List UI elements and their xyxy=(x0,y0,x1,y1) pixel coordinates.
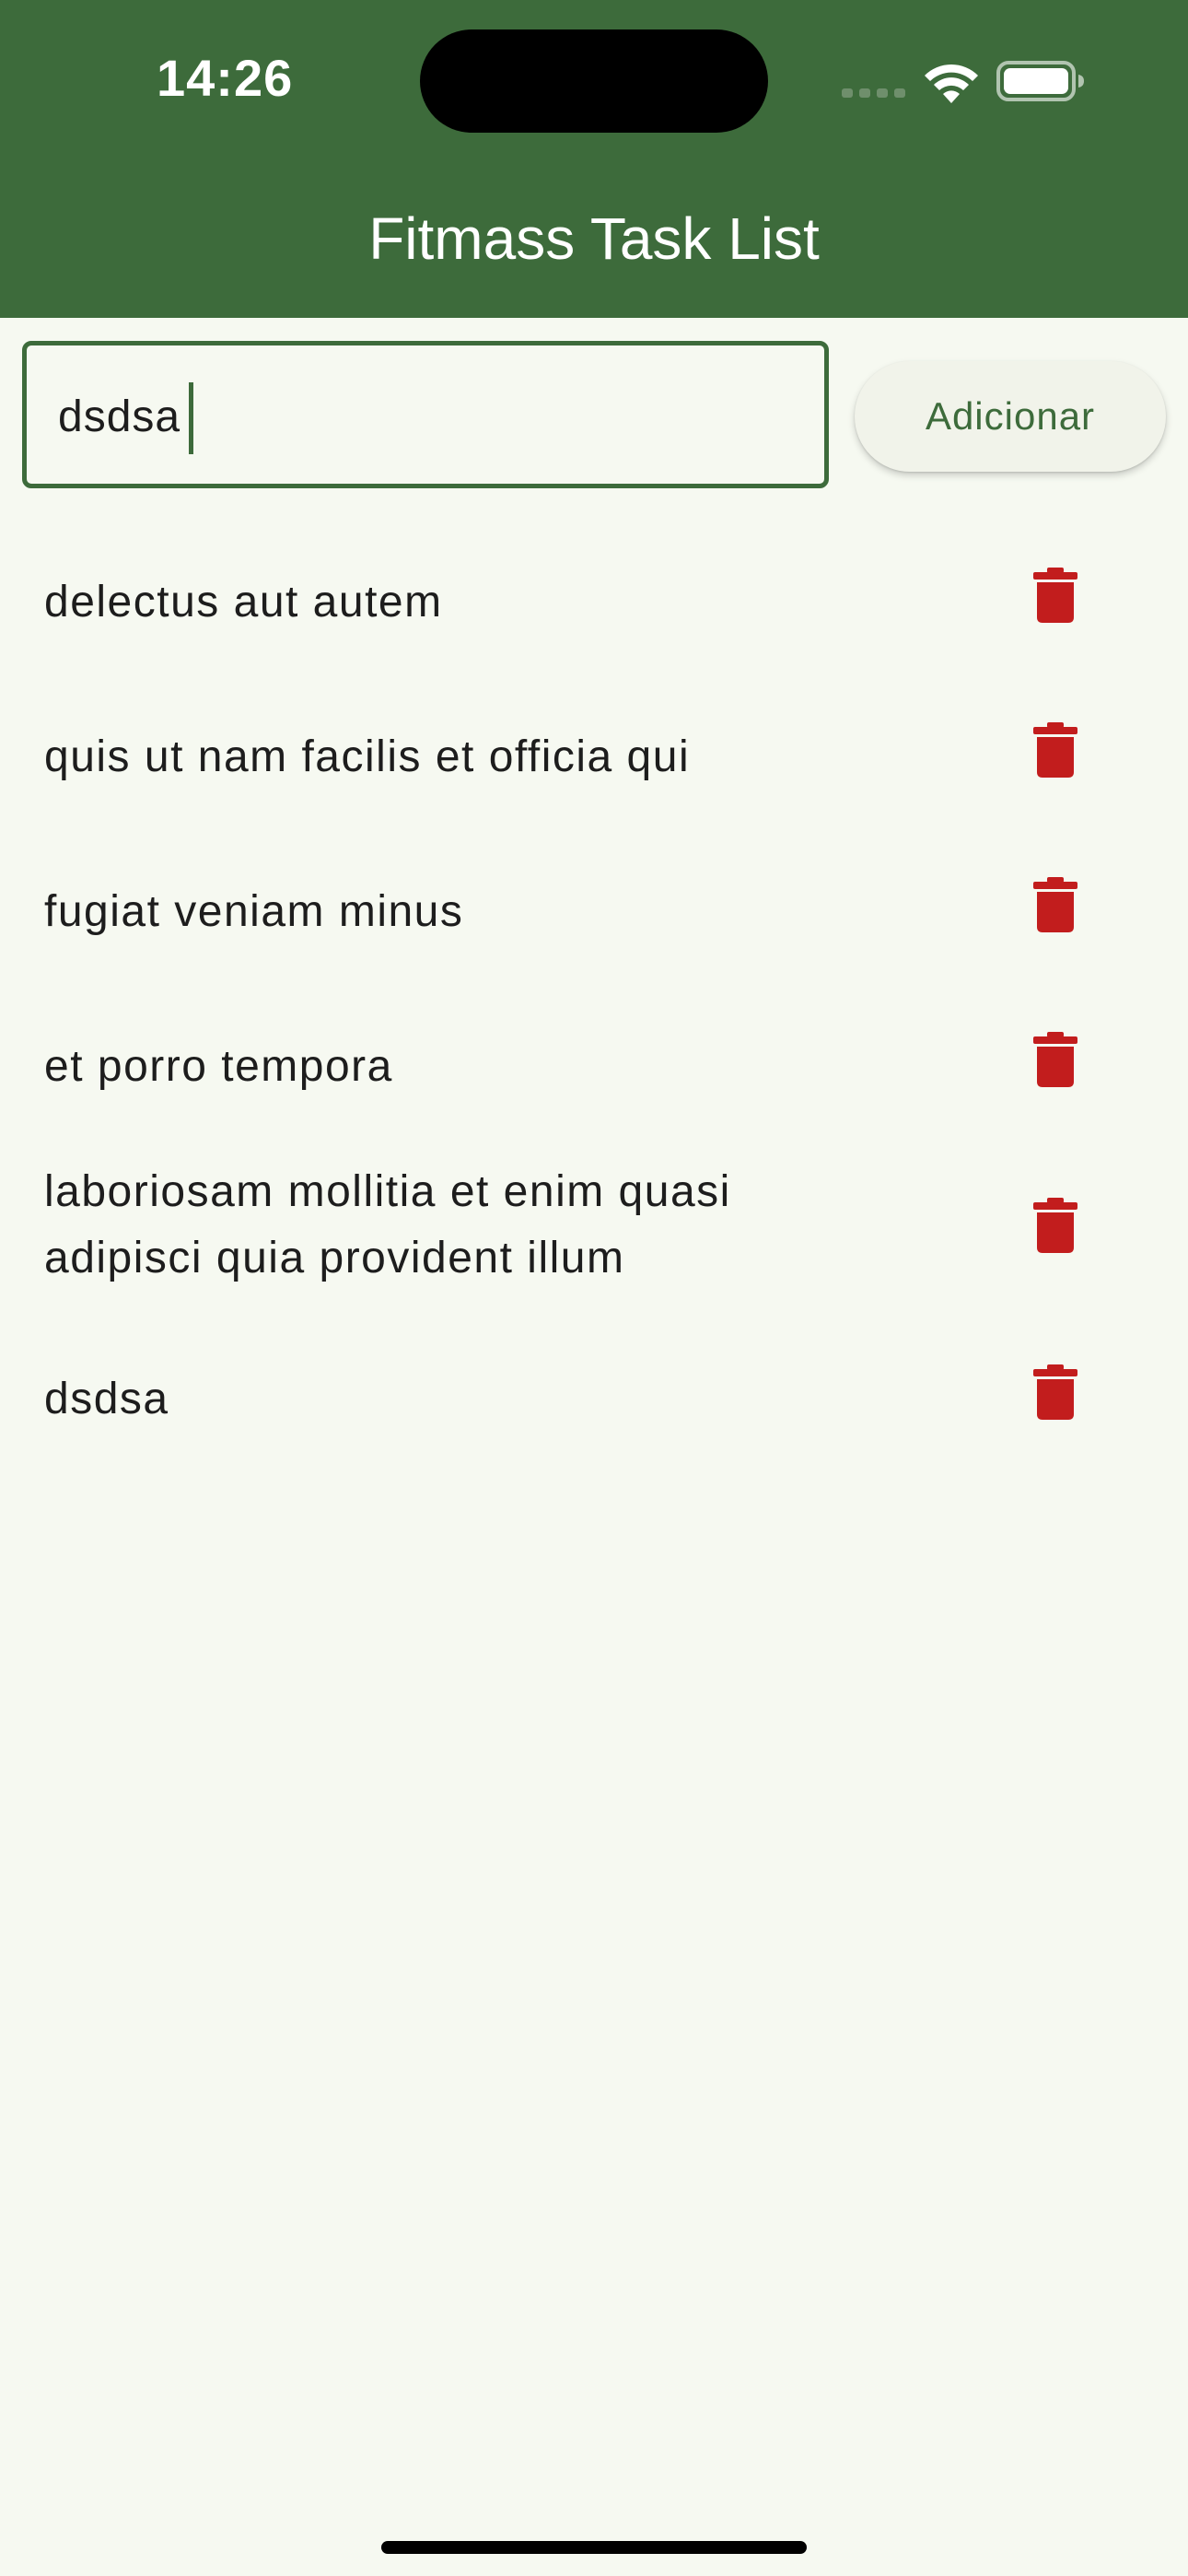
trash-icon[interactable] xyxy=(1031,1198,1079,1253)
text-caret xyxy=(189,382,193,454)
wifi-icon xyxy=(925,64,978,103)
battery-icon xyxy=(996,61,1084,101)
task-list-item: laboriosam mollitia et enim quasi adipis… xyxy=(0,1159,1188,1297)
new-task-input[interactable]: dsdsa xyxy=(22,341,829,488)
task-text: dsdsa xyxy=(44,1375,169,1423)
task-list-item: et porro tempora xyxy=(0,1026,1188,1128)
task-text: fugiat veniam minus xyxy=(44,887,464,936)
app-header: 14:26 Fitmass Task List xyxy=(0,0,1188,318)
task-text: et porro tempora xyxy=(44,1042,393,1091)
trash-icon[interactable] xyxy=(1031,722,1079,778)
task-text: quis ut nam facilis et officia qui xyxy=(44,732,691,781)
task-text: delectus aut autem xyxy=(44,578,443,626)
home-indicator[interactable] xyxy=(381,2541,807,2554)
trash-icon[interactable] xyxy=(1031,1032,1079,1087)
task-list-item: fugiat veniam minus xyxy=(0,872,1188,973)
task-list-item: delectus aut autem xyxy=(0,562,1188,663)
dynamic-island xyxy=(420,29,768,133)
trash-icon[interactable] xyxy=(1031,1364,1079,1420)
add-task-button[interactable]: Adicionar xyxy=(855,361,1166,472)
status-time: 14:26 xyxy=(157,49,294,107)
signal-icon xyxy=(842,88,905,98)
trash-icon[interactable] xyxy=(1031,877,1079,932)
trash-icon[interactable] xyxy=(1031,568,1079,623)
task-list-item: dsdsa xyxy=(0,1359,1188,1460)
task-text: laboriosam mollitia et enim quasi adipis… xyxy=(44,1167,731,1282)
task-list-item: quis ut nam facilis et officia qui xyxy=(0,717,1188,818)
app-title: Fitmass Task List xyxy=(368,205,820,272)
new-task-input-value: dsdsa xyxy=(58,392,181,441)
